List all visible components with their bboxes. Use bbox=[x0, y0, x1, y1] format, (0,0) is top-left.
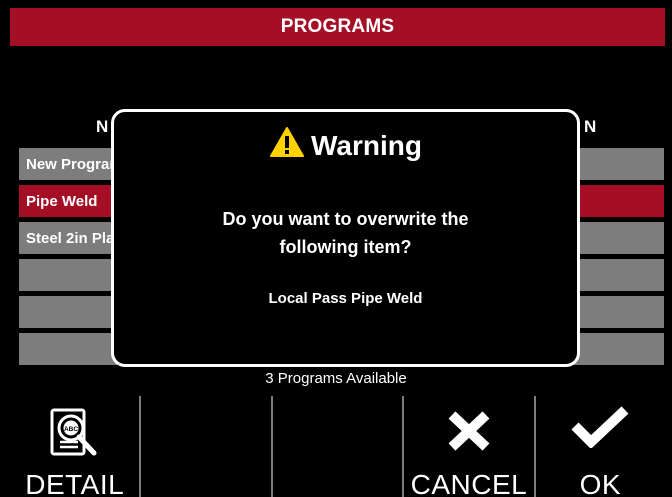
page-title: PROGRAMS bbox=[280, 16, 395, 37]
column-header-name: N bbox=[96, 117, 109, 136]
dialog-item-name: Local Pass Pipe Weld bbox=[268, 290, 423, 307]
cancel-button[interactable]: CANCEL bbox=[404, 396, 534, 497]
dialog-message-line1: Do you want to overwrite the bbox=[222, 209, 469, 229]
detail-magnifier-icon: ABC bbox=[48, 408, 106, 467]
program-row-label: Pipe Weld bbox=[26, 192, 98, 210]
x-icon bbox=[446, 410, 492, 457]
cancel-button-label: CANCEL bbox=[410, 469, 528, 497]
dialog-title-row: Warning bbox=[114, 126, 577, 165]
title-bar: PROGRAMS bbox=[10, 8, 665, 46]
programs-count-status: 3 Programs Available bbox=[265, 370, 407, 387]
footer-button-empty[interactable] bbox=[141, 396, 271, 497]
ok-button-label: OK bbox=[579, 469, 622, 497]
svg-text:ABC: ABC bbox=[64, 426, 78, 433]
warning-icon bbox=[269, 126, 305, 165]
program-row-label: New Program bbox=[26, 155, 123, 173]
dialog-message: Do you want to overwrite the following i… bbox=[114, 205, 577, 261]
footer-button-empty[interactable] bbox=[272, 396, 403, 497]
ok-button[interactable]: OK bbox=[535, 396, 666, 497]
dialog-message-line2: following item? bbox=[279, 237, 412, 257]
column-header-right: N bbox=[584, 117, 597, 136]
checkmark-icon bbox=[571, 404, 629, 453]
dialog-title: Warning bbox=[311, 129, 422, 161]
footer-toolbar: ABC DETAIL CANCEL OK bbox=[10, 396, 666, 497]
detail-button[interactable]: ABC DETAIL bbox=[10, 396, 140, 497]
warning-dialog: Warning Do you want to overwrite the fol… bbox=[111, 109, 580, 367]
detail-button-label: DETAIL bbox=[25, 469, 125, 497]
